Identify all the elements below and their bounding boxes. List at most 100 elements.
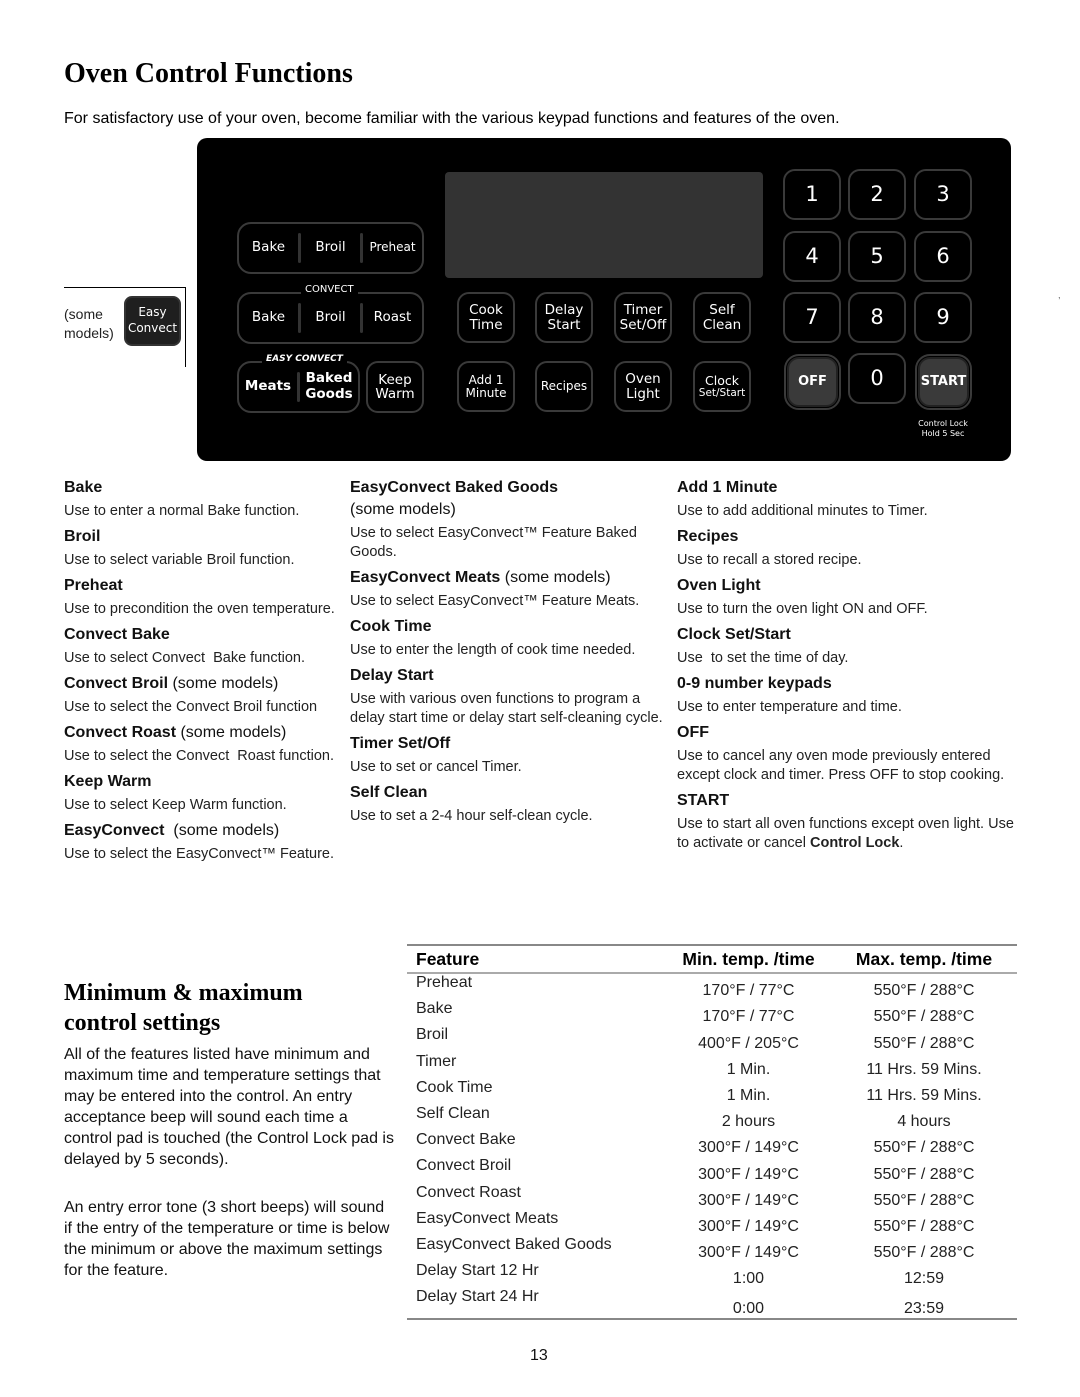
min-cell: 300°F / 149°C <box>698 1139 799 1157</box>
description-text: Use to select variable Broil function. <box>64 552 295 568</box>
convect-bake-pad[interactable]: Bake <box>239 294 298 342</box>
description-item: Convect Bake Use to select Convect Bake f… <box>64 625 354 668</box>
description-title: Keep Warm <box>64 772 354 792</box>
number-key-6[interactable]: 6 <box>914 231 972 282</box>
oven-light-pad[interactable]: Oven Light <box>614 361 672 412</box>
min-max-paragraph-2: An entry error tone (3 short beeps) will… <box>64 1199 390 1279</box>
feature-cell: Delay Start 12 Hr <box>416 1262 539 1280</box>
settings-table: Feature Min. temp. /time Max. temp. /tim… <box>407 944 1017 1320</box>
off-button[interactable]: OFF <box>784 354 841 410</box>
min-cell: 170°F / 77°C <box>702 1008 795 1026</box>
description-title: START <box>677 791 1017 811</box>
description-title-text: EasyConvect <box>64 822 165 839</box>
add-1-minute-pad[interactable]: Add 1 Minute <box>457 361 515 412</box>
easy-convect-button[interactable]: Easy Convect <box>124 296 181 346</box>
description-title-text: Broil <box>64 528 101 545</box>
number-key-8[interactable]: 8 <box>848 292 906 343</box>
min-cell: 0:00 <box>732 1300 765 1318</box>
description-title-text: Convect Roast <box>64 724 177 741</box>
cook-time-pad[interactable]: Cook Time <box>457 292 515 343</box>
number-key-7[interactable]: 7 <box>783 292 841 343</box>
delay-start-pad[interactable]: Delay Start <box>535 292 593 343</box>
table-row: EasyConvect Baked Goods 300°F / 149°C 550°… <box>407 1236 1017 1262</box>
min-cell: 170°F / 77°C <box>702 982 795 1000</box>
description-title-text: Clock Set/Start <box>677 626 791 643</box>
description-text: Use to select Keep Warm function. <box>64 797 287 813</box>
number-key-4[interactable]: 4 <box>783 231 841 282</box>
description-title: Self Clean <box>350 783 668 803</box>
description-title-suffix: (some models) <box>176 724 287 741</box>
self-clean-pad[interactable]: Self Clean <box>693 292 751 343</box>
min-cell: 300°F / 149°C <box>698 1217 799 1235</box>
table-row: Timer 1 Min. 11 Hrs. 59 Mins. <box>407 1053 1017 1079</box>
min-max-heading: Minimum & maximum control settings <box>64 980 303 1036</box>
number-key-1[interactable]: 1 <box>783 169 841 220</box>
min-cell: 1 Min. <box>726 1086 771 1104</box>
preheat-pad[interactable]: Preheat <box>363 224 422 272</box>
description-title: EasyConvect Meats (some models) <box>350 568 668 588</box>
clock-set-start-pad[interactable]: Clock Set/Start <box>693 361 751 412</box>
table-row: EasyConvect Meats 300°F / 149°C 550°F / 28… <box>407 1210 1017 1236</box>
description-title-suffix: (some models) <box>168 675 279 692</box>
description-title-text: Add 1 Minute <box>677 479 778 496</box>
description-bold-text: Control Lock <box>810 835 900 851</box>
min-max-paragraph-1: All of the features listed have minimum … <box>64 1046 394 1168</box>
description-title-text: Convect Bake <box>64 626 170 643</box>
description-title: Convect Bake <box>64 625 354 645</box>
header-max: Max. temp. /time <box>855 949 993 969</box>
description-item: Broil Use to select variable Broil functi… <box>64 527 354 570</box>
page-title: Oven Control Functions <box>64 58 353 89</box>
description-title-text: Oven Light <box>677 577 761 594</box>
description-title: Convect Broil (some models) <box>64 674 354 694</box>
description-title: Broil <box>64 527 354 547</box>
timer-set-off-pad[interactable]: Timer Set/Off <box>614 292 672 343</box>
easy-convect-label: EASY CONVECT <box>262 353 347 365</box>
feature-cell: Timer <box>416 1052 457 1070</box>
min-cell: 400°F / 205°C <box>698 1034 799 1052</box>
feature-cell: EasyConvect Meats <box>416 1209 559 1227</box>
broil-pad[interactable]: Broil <box>301 224 360 272</box>
min-cell: 2 hours <box>721 1113 776 1131</box>
number-key-3[interactable]: 3 <box>914 169 972 220</box>
number-key-2[interactable]: 2 <box>848 169 906 220</box>
description-text: Use to select Convect Bake function. <box>64 650 305 666</box>
max-cell: 550°F / 288°C <box>873 982 975 1000</box>
some-models-note: (some models) <box>64 306 114 341</box>
max-cell: 550°F / 288°C <box>873 1217 975 1235</box>
descriptions-col-1: Bake Use to enter a normal Bake function.… <box>64 478 354 870</box>
convect-label: CONVECT <box>301 284 358 296</box>
max-cell: 11 Hrs. 59 Mins. <box>866 1060 982 1078</box>
description-item: Timer Set/Off Use to set or cancel Timer. <box>350 734 668 777</box>
description-title: Bake <box>64 478 354 498</box>
description-item: EasyConvect Meats (some models) Use to se… <box>350 568 668 611</box>
keep-warm-pad[interactable]: Keep Warm <box>366 361 424 413</box>
description-item: EasyConvect (some models) Use to select t… <box>64 821 354 864</box>
convect-roast-pad[interactable]: Roast <box>363 294 422 342</box>
feature-cell: Convect Broil <box>416 1157 512 1175</box>
easy-convect-meats-pad[interactable]: Meats <box>239 363 297 411</box>
description-title-text: Keep Warm <box>64 773 152 790</box>
description-title: Clock Set/Start <box>677 625 1017 645</box>
description-item: Convect Roast (some models) Use to select… <box>64 723 354 766</box>
description-text: Use to precondition the oven temperature… <box>64 601 335 617</box>
table-row: Delay Start 24 Hr 0:00 23:59 <box>407 1288 1017 1320</box>
number-key-0[interactable]: 0 <box>848 353 906 404</box>
easy-convect-baked-goods-pad[interactable]: Baked Goods <box>300 363 358 411</box>
description-title-text: OFF <box>677 724 709 741</box>
description-title-text: Timer Set/Off <box>350 735 451 752</box>
bake-pad[interactable]: Bake <box>239 224 298 272</box>
convect-broil-pad[interactable]: Broil <box>301 294 360 342</box>
description-title: Add 1 Minute <box>677 478 1017 498</box>
number-key-9[interactable]: 9 <box>914 292 972 343</box>
descriptions-col-3: Add 1 Minute Use to add additional minute… <box>677 478 1017 859</box>
intro-text: For satisfactory use of your oven, becom… <box>64 110 840 127</box>
description-item: Keep Warm Use to select Keep Warm functio… <box>64 772 354 815</box>
table-row: Bake 170°F / 77°C 550°F / 288°C <box>407 1000 1017 1026</box>
number-key-5[interactable]: 5 <box>848 231 906 282</box>
max-cell: 550°F / 288°C <box>873 1008 975 1026</box>
table-row: Broil 400°F / 205°C 550°F / 288°C <box>407 1026 1017 1052</box>
description-item: OFF Use to cancel any oven mode previousl… <box>677 723 1017 785</box>
start-button[interactable]: START <box>915 354 972 410</box>
description-title-suffix: (some models) <box>350 501 456 518</box>
recipes-pad[interactable]: Recipes <box>535 361 593 412</box>
